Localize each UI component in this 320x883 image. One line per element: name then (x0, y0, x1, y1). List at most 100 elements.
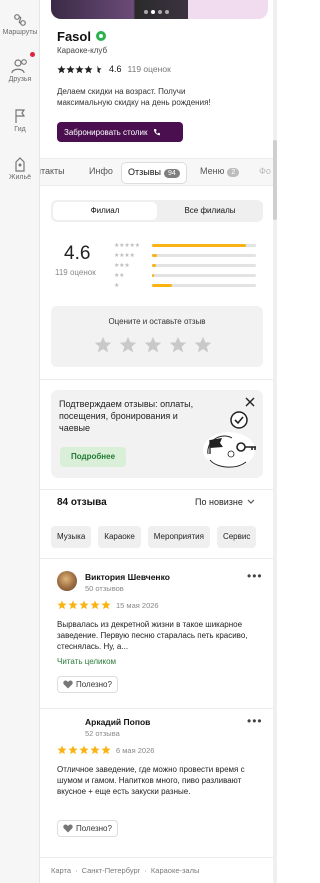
place-rating[interactable]: 4.6 119 оценок (57, 64, 171, 74)
rate-box: Оцените и оставьте отзыв (51, 306, 263, 367)
breadcrumb-sep: · (144, 866, 147, 875)
nav-item-guide[interactable]: Гид (0, 108, 40, 133)
distribution-track (152, 243, 256, 247)
rate-star-icon-5[interactable] (194, 336, 212, 354)
review-star-icon (79, 600, 89, 610)
place-panel: Fasol Караоке-клуб 4.6 119 оценок Делаем… (40, 0, 277, 883)
distribution-track (152, 273, 256, 277)
place-title: Fasol (57, 29, 91, 44)
tab-info[interactable]: Инфо (89, 166, 113, 176)
reviews-count: 84 отзыва (57, 497, 107, 508)
distribution-stars-icon: ★★★★★ (114, 242, 140, 249)
heart-icon (63, 680, 73, 689)
review-star-icon (90, 745, 100, 755)
sort-dropdown[interactable]: По новизне (195, 497, 255, 507)
distribution-fill (152, 263, 157, 267)
review-star-icon (68, 745, 78, 755)
chip-service[interactable]: Сервис (216, 526, 257, 548)
breadcrumb-map[interactable]: Карта (51, 866, 71, 875)
more-options-icon[interactable]: ••• (247, 569, 263, 583)
distribution-fill (152, 253, 158, 257)
chip-events[interactable]: Мероприятия (147, 526, 210, 548)
summary-count: 119 оценок (55, 268, 96, 277)
tab-contacts[interactable]: нтакты (40, 166, 65, 176)
distribution-stars-icon: ★★★ (114, 262, 130, 269)
book-table-label: Забронировать столик (64, 127, 148, 137)
rate-stars (94, 336, 212, 354)
chip-karaoke[interactable]: Караоке (98, 526, 141, 548)
friends-icon (11, 59, 27, 74)
useful-button[interactable]: Полезно? (57, 676, 118, 693)
distribution-row-3: ★★★ (114, 260, 264, 270)
details-button[interactable]: Подробнее (60, 447, 126, 467)
breadcrumb-sep: · (75, 866, 78, 875)
review-star-icon (68, 600, 78, 610)
distribution-stars-icon: ★★★★ (114, 252, 135, 259)
rate-star-icon-3[interactable] (144, 336, 162, 354)
tab-reviews-badge: 94 (163, 169, 180, 178)
review-date: 6 мая 2026 (116, 746, 155, 755)
route-icon (14, 14, 26, 26)
read-more-link[interactable]: Читать целиком (57, 657, 116, 666)
summary-rating: 4.6 (64, 243, 91, 264)
place-category: Караоке-клуб (57, 46, 108, 55)
reviewer-name[interactable]: Виктория Шевченко (85, 572, 170, 582)
distribution-fill (152, 243, 246, 247)
rate-star-icon-4[interactable] (169, 336, 187, 354)
nav-item-friends[interactable]: Друзья (0, 58, 40, 83)
branch-switch: Филиал Все филиалы (51, 200, 263, 222)
confirm-text: Подтверждаем отзывы: оплаты, посещения, … (59, 399, 194, 433)
useful-label: Полезно? (76, 680, 112, 689)
promo-text: Делаем скидки на возраст. Получи максима… (57, 87, 211, 107)
review-star-icon (90, 600, 100, 610)
distribution-row-1: ★ (114, 280, 264, 290)
review-star-icon (101, 600, 111, 610)
review-text: Отличное заведение, где можно провести в… (57, 765, 245, 796)
place-photo-next[interactable] (188, 0, 268, 19)
divider (40, 558, 277, 559)
review-star-icon (101, 745, 111, 755)
place-tabs: нтакты Инфо Отзывы94 Меню2 Фо (40, 158, 277, 186)
tab-reviews[interactable]: Отзывы 94 (121, 162, 187, 184)
tab-photos[interactable]: Фо (259, 166, 271, 176)
confirm-card: Подтверждаем отзывы: оплаты, посещения, … (51, 390, 263, 478)
distribution-track (152, 283, 256, 287)
breadcrumb-city[interactable]: Санкт-Петербург (82, 866, 141, 875)
scrollbar-thumb[interactable] (273, 140, 277, 220)
distribution-stars-icon: ★ (114, 282, 120, 289)
distribution-row-2: ★★ (114, 270, 264, 280)
review-date: 15 мая 2026 (116, 601, 159, 610)
tab-menu-badge: 2 (227, 168, 240, 177)
scrollbar[interactable] (273, 0, 277, 883)
topic-chips: Музыка Караоке Мероприятия Сервис (51, 526, 257, 548)
distribution-track (152, 263, 256, 267)
tab-menu-label: Меню (200, 166, 225, 176)
close-icon[interactable] (245, 397, 255, 407)
reviewer-review-count: 50 отзывов (85, 584, 124, 593)
avatar[interactable] (57, 571, 77, 591)
chip-music[interactable]: Музыка (51, 526, 92, 548)
rating-count: 119 оценок (127, 64, 171, 74)
all-branches-option[interactable]: Все филиалы (159, 202, 261, 220)
review-stars-icon (57, 745, 111, 755)
photo-pagination (144, 10, 169, 14)
book-table-button[interactable]: Забронировать столик (57, 122, 183, 142)
distribution-track (152, 253, 256, 257)
nav-label-housing: Жильё (9, 174, 31, 181)
nav-item-routes[interactable]: Маршруты (0, 13, 40, 36)
nav-label-routes: Маршруты (2, 29, 38, 36)
reviewer-name[interactable]: Аркадий Попов (85, 717, 150, 727)
useful-button[interactable]: Полезно? (57, 820, 118, 837)
distribution-fill (152, 273, 155, 277)
breadcrumb-category[interactable]: Караоке-залы (151, 866, 199, 875)
rate-star-icon-1[interactable] (94, 336, 112, 354)
rate-prompt: Оцените и оставьте отзыв (108, 317, 206, 326)
more-options-icon[interactable]: ••• (247, 714, 263, 728)
review-star-icon (57, 600, 67, 610)
divider (40, 708, 277, 709)
rate-star-icon-2[interactable] (119, 336, 137, 354)
tab-menu[interactable]: Меню 2 (200, 166, 240, 177)
branch-option[interactable]: Филиал (53, 202, 157, 220)
review-item: Виктория Шевченко 50 отзывов ••• 15 мая … (57, 569, 267, 701)
nav-item-housing[interactable]: Жильё (0, 156, 40, 181)
